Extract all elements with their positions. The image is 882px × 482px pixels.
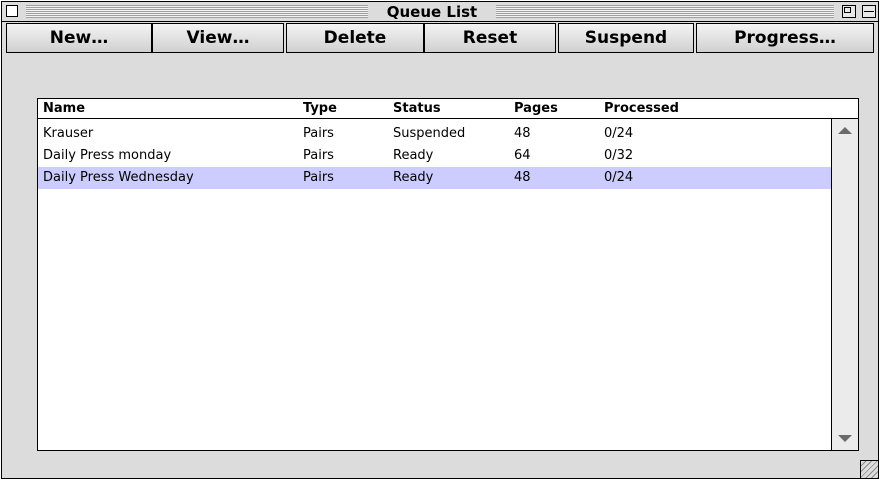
column-header-status[interactable]: Status — [393, 99, 441, 118]
zoom-box-icon[interactable] — [842, 5, 856, 18]
cell-type: Pairs — [303, 170, 334, 185]
cell-type: Pairs — [303, 126, 334, 141]
collapse-box-icon[interactable] — [862, 5, 876, 18]
cell-name: Krauser — [43, 126, 94, 141]
new-button[interactable]: New… — [6, 23, 152, 53]
column-header-processed[interactable]: Processed — [604, 99, 679, 118]
cell-name: Daily Press Wednesday — [43, 170, 194, 185]
reset-button[interactable]: Reset — [424, 23, 556, 53]
scroll-down-arrow-icon[interactable] — [838, 435, 852, 442]
column-header-name[interactable]: Name — [43, 99, 85, 118]
cell-type: Pairs — [303, 148, 334, 163]
cell-status: Suspended — [393, 126, 466, 141]
toolbar: New… View… Delete Reset Suspend Progress… — [6, 23, 874, 53]
cell-pages: 48 — [514, 126, 531, 141]
cell-pages: 48 — [514, 170, 531, 185]
suspend-button[interactable]: Suspend — [558, 23, 694, 53]
queue-table: Name Type Status Pages Processed Krauser… — [37, 98, 859, 451]
column-header-type[interactable]: Type — [303, 99, 337, 118]
close-box-icon[interactable] — [6, 5, 18, 17]
cell-processed: 0/24 — [604, 126, 634, 141]
title-bar-stripes-left — [26, 5, 368, 18]
title-bar-stripes-right — [496, 5, 834, 18]
table-row-selected[interactable]: Daily Press Wednesday Pairs Ready 48 0/2… — [38, 167, 831, 189]
window-title: Queue List — [368, 3, 496, 21]
queue-list-window: Queue List New… View… Delete Reset Suspe… — [1, 1, 879, 479]
grow-box-icon[interactable] — [860, 460, 878, 478]
progress-button[interactable]: Progress… — [696, 23, 874, 53]
cell-status: Ready — [393, 170, 434, 185]
column-header-pages[interactable]: Pages — [514, 99, 558, 118]
cell-processed: 0/24 — [604, 170, 634, 185]
table-row[interactable]: Krauser Pairs Suspended 48 0/24 — [38, 123, 831, 145]
title-bar[interactable]: Queue List — [2, 2, 878, 22]
view-button[interactable]: View… — [152, 23, 284, 53]
vertical-scrollbar[interactable] — [831, 119, 858, 450]
cell-status: Ready — [393, 148, 434, 163]
table-header: Name Type Status Pages Processed — [38, 99, 858, 119]
cell-processed: 0/32 — [604, 148, 634, 163]
cell-name: Daily Press monday — [43, 148, 172, 163]
scroll-up-arrow-icon[interactable] — [838, 127, 852, 134]
table-row[interactable]: Daily Press monday Pairs Ready 64 0/32 — [38, 145, 831, 167]
delete-button[interactable]: Delete — [286, 23, 424, 53]
cell-pages: 64 — [514, 148, 531, 163]
